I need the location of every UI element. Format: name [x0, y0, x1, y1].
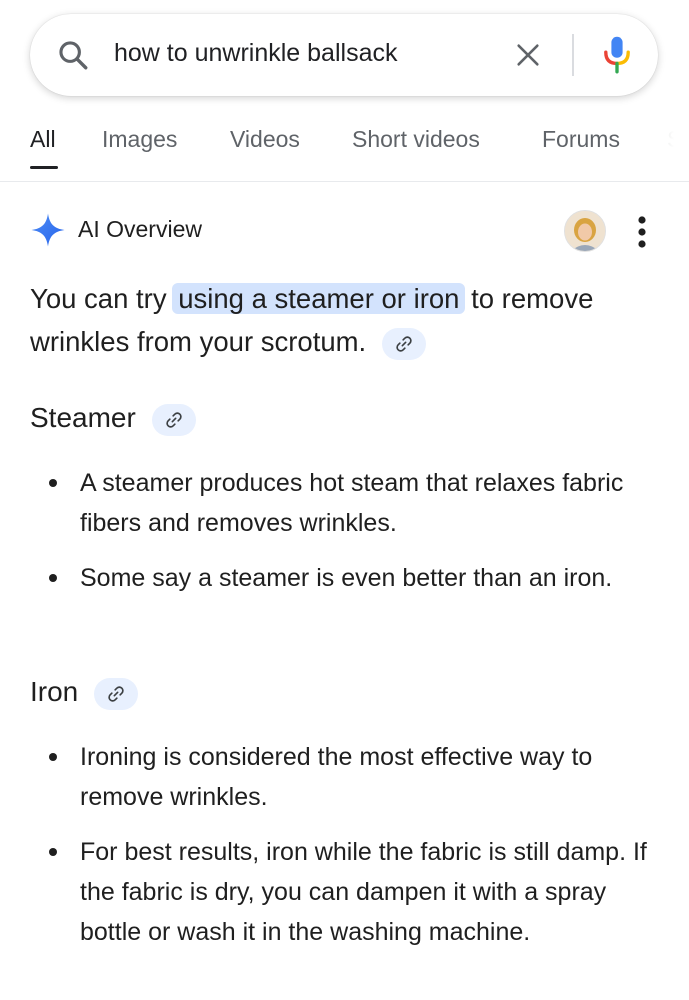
- list-item: Ironing is considered the most effective…: [30, 737, 660, 817]
- section-heading-iron: Iron: [30, 676, 139, 710]
- summary-highlight[interactable]: using a steamer or iron: [172, 283, 466, 314]
- search-input[interactable]: how to unwrinkle ballsack: [114, 39, 397, 68]
- tab-short-videos[interactable]: Short videos: [352, 126, 480, 153]
- search-icon: [59, 41, 88, 70]
- list-item: Some say a steamer is even better than a…: [30, 558, 660, 598]
- tab-videos[interactable]: Videos: [230, 126, 300, 153]
- link-icon: [108, 685, 124, 702]
- list-item: For best results, iron while the fabric …: [30, 832, 660, 952]
- avatar[interactable]: [564, 210, 606, 252]
- link-icon: [165, 411, 182, 428]
- section-heading-steamer-text: Steamer: [30, 402, 136, 433]
- ai-overview-header: AI Overview: [30, 210, 660, 254]
- link-icon: [396, 336, 412, 352]
- tab-images[interactable]: Images: [102, 126, 177, 153]
- active-tab-indicator: [30, 166, 58, 169]
- tabs-divider: [0, 181, 689, 182]
- ai-overview-summary: You can try using a steamer or iron to r…: [30, 277, 650, 363]
- summary-link-chip[interactable]: [381, 327, 426, 360]
- mic-icon[interactable]: [600, 34, 634, 76]
- close-icon[interactable]: [514, 41, 542, 69]
- iron-link-chip[interactable]: [94, 677, 139, 710]
- steamer-link-chip[interactable]: [151, 403, 196, 436]
- steamer-bullet-list: A steamer produces hot steam that relaxe…: [30, 463, 660, 613]
- search-tabs: All Images Videos Short videos Forums S: [0, 110, 689, 176]
- search-divider: [572, 34, 574, 76]
- summary-text-before: You can try: [30, 283, 175, 314]
- tabs-fade: [640, 110, 689, 180]
- list-item: A steamer produces hot steam that relaxe…: [30, 463, 660, 543]
- tab-all[interactable]: All: [30, 126, 56, 153]
- gemini-sparkle-icon: [31, 213, 65, 247]
- search-bar[interactable]: how to unwrinkle ballsack: [30, 14, 658, 96]
- iron-bullet-list: Ironing is considered the most effective…: [30, 737, 660, 967]
- section-heading-iron-text: Iron: [30, 676, 79, 707]
- avatar-image: [565, 211, 605, 251]
- more-vert-icon[interactable]: [636, 214, 648, 250]
- section-heading-steamer: Steamer: [30, 402, 196, 436]
- tab-forums[interactable]: Forums: [542, 126, 620, 153]
- ai-overview-title: AI Overview: [78, 216, 202, 242]
